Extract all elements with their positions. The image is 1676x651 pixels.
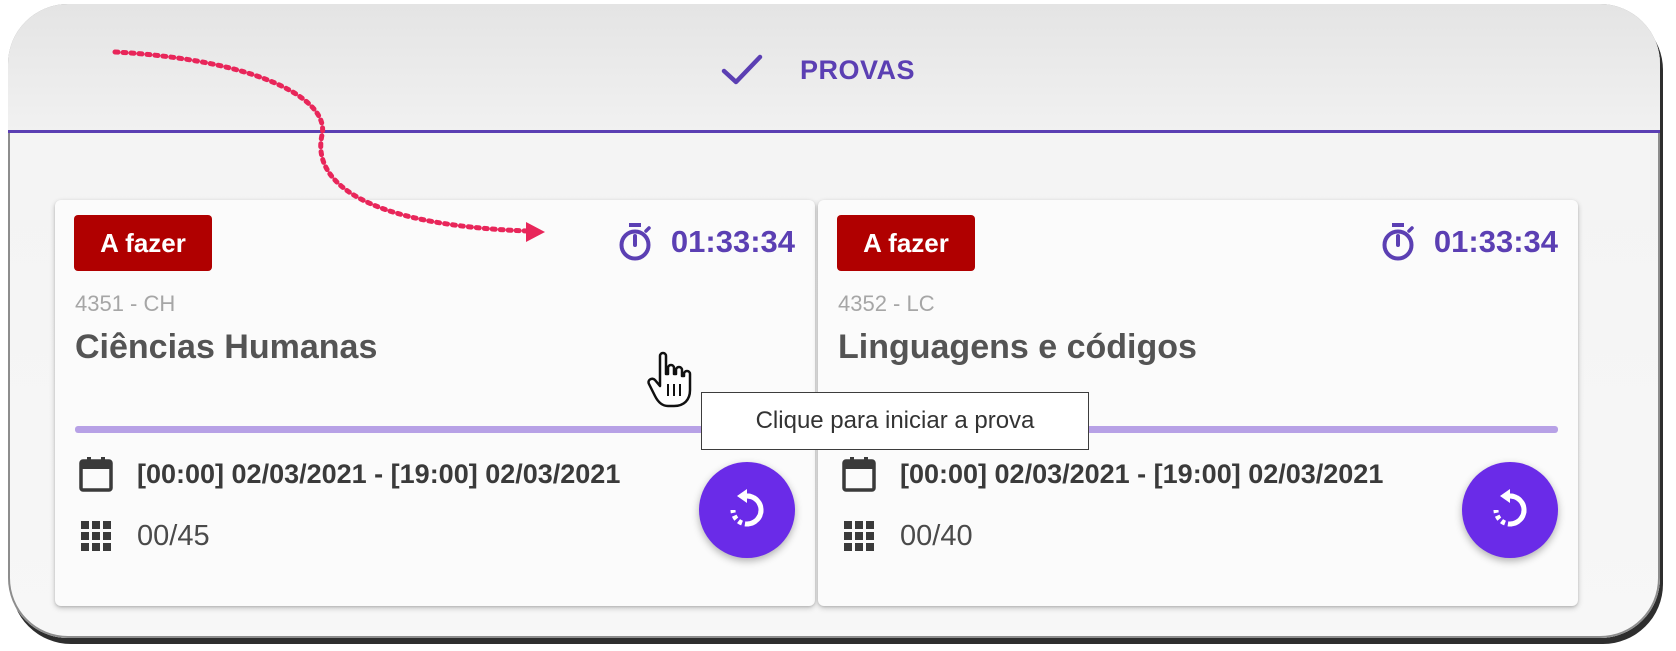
app-window: PROVAS A fazer 01:33:34 4351 - CH Ciênci… [8,4,1660,638]
question-count: 00/45 [79,516,210,556]
count-text: 00/45 [137,519,210,552]
count-text: 00/40 [900,519,973,552]
calendar-icon [79,457,113,492]
check-icon [721,54,763,85]
timer: 01:33:34 [617,220,795,264]
tab-bar: PROVAS [8,4,1660,133]
grid-icon [844,521,874,551]
period-text: [00:00] 02/03/2021 - [19:00] 02/03/2021 [900,458,1384,489]
exam-period: [00:00] 02/03/2021 - [19:00] 02/03/2021 [842,454,1383,494]
stopwatch-icon [1382,223,1414,261]
timer-value: 01:33:34 [670,224,795,259]
timer-value: 01:33:34 [1433,224,1558,259]
grid-icon [81,521,111,551]
restart-icon [1493,489,1527,527]
progress-bar [75,426,795,433]
restart-icon [730,489,764,527]
timer: 01:33:34 [1380,220,1558,264]
calendar-icon [842,457,876,492]
exam-title: Linguagens e códigos [838,328,1197,366]
status-badge: A fazer [837,215,975,271]
exam-code: 4352 - LC [838,291,935,316]
start-exam-button[interactable] [699,462,795,558]
tab-provas[interactable]: PROVAS [720,50,915,90]
question-count: 00/40 [842,516,973,556]
tab-label: PROVAS [800,54,916,85]
period-text: [00:00] 02/03/2021 - [19:00] 02/03/2021 [137,458,621,489]
exam-code: 4351 - CH [75,291,176,316]
exam-title: Ciências Humanas [75,328,378,366]
exam-period: [00:00] 02/03/2021 - [19:00] 02/03/2021 [79,454,620,494]
tooltip: Clique para iniciar a prova [701,392,1089,450]
start-exam-button[interactable] [1462,462,1558,558]
status-badge: A fazer [74,215,212,271]
stopwatch-icon [619,223,651,261]
